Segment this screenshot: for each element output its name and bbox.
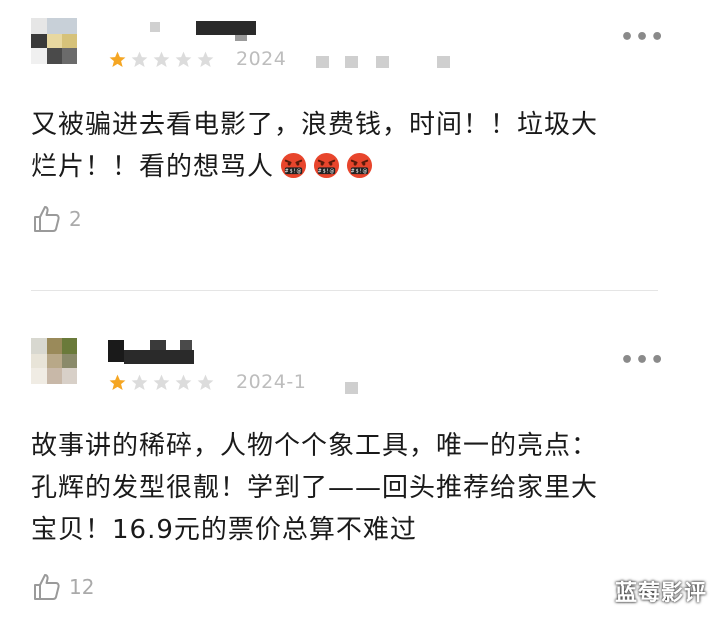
more-options-button[interactable]: ••• xyxy=(620,348,665,373)
like-button[interactable]: 12 xyxy=(31,571,94,603)
star-empty-icon xyxy=(175,374,192,391)
review-date: 2024-1 xyxy=(236,371,307,393)
thumbs-up-icon xyxy=(34,574,60,600)
review-text-segment: 烂片！！看的想骂人 xyxy=(31,152,275,182)
like-count: 12 xyxy=(69,575,95,599)
svg-text:#$!@: #$!@ xyxy=(351,169,369,175)
svg-text:#$!@: #$!@ xyxy=(318,169,336,175)
star-rating xyxy=(108,373,215,392)
angry-face-with-symbols-icon: #$!@ xyxy=(313,152,340,179)
review-text-line: 孔辉的发型很靓！学到了——回头推荐给家里大 xyxy=(31,473,599,503)
like-button[interactable]: 2 xyxy=(31,203,82,235)
avatar[interactable] xyxy=(31,338,77,384)
thumbs-up-icon xyxy=(34,206,60,232)
star-empty-icon xyxy=(197,374,214,391)
star-rating xyxy=(108,50,215,69)
review-text-line: 故事讲的稀碎，人物个个象工具，唯一的亮点： xyxy=(31,431,599,461)
review-text-line: 烂片！！看的想骂人 #$!@ #$!@ #$!@ xyxy=(31,146,671,188)
review-date: 2024 xyxy=(236,48,287,70)
star-empty-icon xyxy=(131,51,148,68)
angry-face-with-symbols-icon: #$!@ xyxy=(346,152,373,179)
angry-face-with-symbols-icon: #$!@ xyxy=(280,152,307,179)
star-filled-icon xyxy=(109,51,126,68)
star-empty-icon xyxy=(197,51,214,68)
star-empty-icon xyxy=(175,51,192,68)
star-empty-icon xyxy=(153,374,170,391)
star-empty-icon xyxy=(153,51,170,68)
review-text-line: 又被骗进去看电影了，浪费钱，时间！！垃圾大 xyxy=(31,110,599,140)
review-text: 故事讲的稀碎，人物个个象工具，唯一的亮点： 孔辉的发型很靓！学到了——回头推荐给… xyxy=(31,425,671,551)
more-options-button[interactable]: ••• xyxy=(620,25,665,50)
review-text: 又被骗进去看电影了，浪费钱，时间！！垃圾大 烂片！！看的想骂人 #$!@ #$!@ #… xyxy=(31,104,671,188)
svg-text:#$!@: #$!@ xyxy=(285,169,303,175)
watermark: 蓝莓影评 xyxy=(614,581,707,606)
star-empty-icon xyxy=(131,374,148,391)
star-filled-icon xyxy=(109,374,126,391)
divider xyxy=(31,290,658,291)
like-count: 2 xyxy=(69,207,82,231)
review-text-line: 宝贝！16.9元的票价总算不难过 xyxy=(31,515,417,545)
avatar[interactable] xyxy=(31,18,77,64)
